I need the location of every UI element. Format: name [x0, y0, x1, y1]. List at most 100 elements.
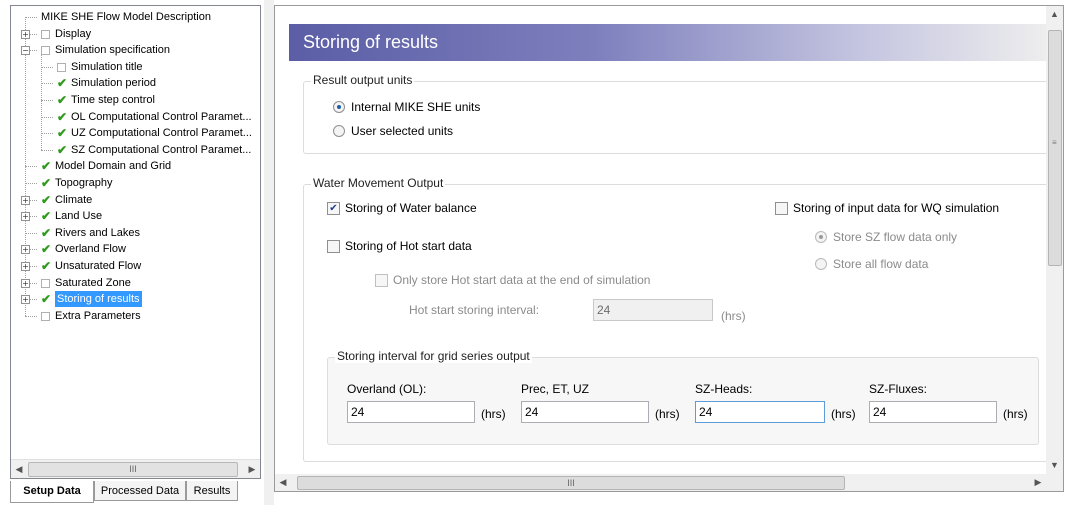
tree-item[interactable]: + ✔ Climate: [11, 192, 259, 208]
checkbox-empty-icon: [327, 240, 340, 253]
radio-selected-icon: [333, 101, 345, 113]
tree-item[interactable]: ✔ Model Domain and Grid: [11, 158, 259, 174]
tree-connector-line: [41, 133, 53, 135]
tree-item-label: Model Domain and Grid: [55, 160, 172, 173]
checkbox-empty-icon: [775, 202, 788, 215]
tab-processed-data[interactable]: Processed Data: [94, 481, 186, 501]
sz-heads-interval-input[interactable]: 24: [695, 401, 825, 423]
expand-plus-icon[interactable]: +: [21, 262, 30, 271]
radio-empty-icon: [815, 258, 827, 270]
tree-item-label: Topography: [55, 177, 113, 189]
tree-item[interactable]: + Saturated Zone: [11, 275, 259, 291]
hot-start-interval-input[interactable]: 24: [593, 299, 713, 321]
tree-connector-line: [41, 83, 53, 85]
content-panel: Storing of results Result output units I…: [274, 5, 1064, 492]
checkbox-checked-icon: ✔: [327, 202, 340, 215]
scroll-right-arrow-icon[interactable]: ▶: [244, 460, 260, 478]
sz-fluxes-interval-input[interactable]: 24: [869, 401, 997, 423]
tree-item[interactable]: + ✔ Overland Flow: [11, 241, 259, 257]
green-check-icon: ✔: [41, 292, 52, 307]
expand-plus-icon[interactable]: +: [21, 195, 30, 205]
tree-item[interactable]: MIKE SHE Flow Model Description: [11, 9, 259, 25]
tree-item-label: OL Computational Control Paramet...: [71, 110, 252, 123]
tree-item[interactable]: − Simulation specification: [11, 42, 259, 58]
tree-item[interactable]: ✔ UZ Computational Control Paramet...: [11, 125, 259, 141]
empty-box-icon: [41, 278, 50, 288]
scroll-left-arrow-icon[interactable]: ◀: [11, 460, 27, 478]
sz-heads-label: SZ-Heads:: [695, 382, 753, 396]
tree-item[interactable]: + ✔ Unsaturated Flow: [11, 258, 259, 274]
green-check-icon: ✔: [57, 126, 68, 141]
tree-item[interactable]: Extra Parameters: [11, 308, 259, 324]
tree-item[interactable]: ✔ Time step control: [11, 92, 259, 108]
expand-plus-icon[interactable]: +: [21, 295, 30, 305]
empty-box-icon: [41, 46, 50, 56]
panel-tabs: Setup Data Processed Data Results: [10, 481, 270, 503]
tab-results[interactable]: Results: [186, 481, 238, 501]
expand-plus-icon[interactable]: +: [21, 278, 30, 288]
tree-connector-line: [41, 100, 53, 101]
tree-item-label: Overland Flow: [55, 243, 126, 256]
tree-horizontal-scrollbar[interactable]: ◀ III ▶: [11, 459, 260, 478]
tree-item[interactable]: ✔ SZ Computational Control Paramet...: [11, 142, 259, 158]
tree-connector-line: [25, 232, 37, 234]
tree-item-label: Saturated Zone: [55, 276, 131, 289]
content-vertical-scrollbar[interactable]: ▲ ≡ ▼: [1046, 6, 1063, 474]
green-check-icon: ✔: [57, 76, 68, 91]
tree-item-label: Rivers and Lakes: [55, 226, 140, 239]
tree-item[interactable]: ✔ Simulation period: [11, 75, 259, 91]
content-horizontal-scrollbar[interactable]: ◀ III ▶: [275, 474, 1046, 491]
tree-item[interactable]: + Display: [11, 26, 259, 42]
radio-selected-icon: [815, 231, 827, 243]
setup-tree-panel: MIKE SHE Flow Model Description + Display −…: [10, 5, 261, 479]
prec-et-uz-interval-input[interactable]: 24: [521, 401, 649, 423]
prec-et-uz-unit: (hrs): [655, 407, 680, 421]
tree-item[interactable]: + ✔ Land Use: [11, 208, 259, 224]
tree-item-label: Time step control: [71, 94, 155, 106]
green-check-icon: ✔: [41, 192, 52, 207]
overland-label: Overland (OL):: [347, 382, 427, 396]
page-title: Storing of results: [303, 32, 439, 52]
collapse-minus-icon[interactable]: −: [21, 46, 30, 56]
tree-connector-line: [25, 315, 37, 317]
tree-item[interactable]: ✔ Rivers and Lakes: [11, 225, 259, 241]
tree-item[interactable]: + ✔ Storing of results: [11, 291, 259, 308]
green-check-icon: ✔: [41, 259, 52, 273]
overland-unit: (hrs): [481, 407, 506, 421]
scroll-right-arrow-icon[interactable]: ▶: [1030, 474, 1046, 491]
tree-item-label: Extra Parameters: [55, 309, 141, 322]
tree-item-label: MIKE SHE Flow Model Description: [41, 11, 211, 23]
empty-box-icon: [57, 62, 66, 72]
panel-splitter[interactable]: [264, 0, 274, 505]
tree-item[interactable]: ✔ OL Computational Control Paramet...: [11, 109, 259, 125]
checkbox-empty-icon: [375, 274, 388, 287]
vertical-scroll-thumb[interactable]: ≡: [1048, 30, 1062, 266]
expand-plus-icon[interactable]: +: [21, 212, 30, 222]
page-title-bar: Storing of results: [289, 24, 1049, 61]
tree-connector-line: [25, 183, 37, 184]
expand-plus-icon[interactable]: +: [21, 29, 30, 39]
water-movement-output-legend: Water Movement Output: [311, 176, 446, 190]
overland-interval-input[interactable]: 24: [347, 401, 475, 423]
tree-item-label: Storing of results: [55, 291, 142, 308]
tree-item-label: Simulation period: [71, 77, 156, 90]
expand-plus-icon[interactable]: +: [21, 245, 30, 255]
tree-item[interactable]: ✔ Topography: [11, 175, 259, 191]
tree-item-label: Land Use: [55, 210, 103, 223]
tree-connector-line: [41, 116, 53, 118]
tab-setup-data[interactable]: Setup Data: [10, 481, 94, 503]
scrollbar-corner: [1046, 474, 1063, 491]
green-check-icon: ✔: [41, 225, 52, 240]
sz-fluxes-unit: (hrs): [1003, 407, 1028, 421]
scroll-up-arrow-icon[interactable]: ▲: [1046, 6, 1063, 23]
hot-start-interval-unit: (hrs): [721, 309, 746, 323]
prec-et-uz-label: Prec, ET, UZ: [521, 382, 590, 396]
setup-tree: MIKE SHE Flow Model Description + Display −…: [11, 6, 260, 458]
tree-item[interactable]: Simulation title: [11, 59, 259, 75]
tree-item-label: Simulation title: [71, 60, 143, 73]
horizontal-scroll-thumb[interactable]: III: [297, 476, 845, 490]
scroll-left-arrow-icon[interactable]: ◀: [275, 474, 291, 491]
tree-connector-line: [41, 149, 53, 151]
scroll-down-arrow-icon[interactable]: ▼: [1046, 457, 1063, 474]
tree-scroll-thumb[interactable]: III: [28, 462, 238, 477]
